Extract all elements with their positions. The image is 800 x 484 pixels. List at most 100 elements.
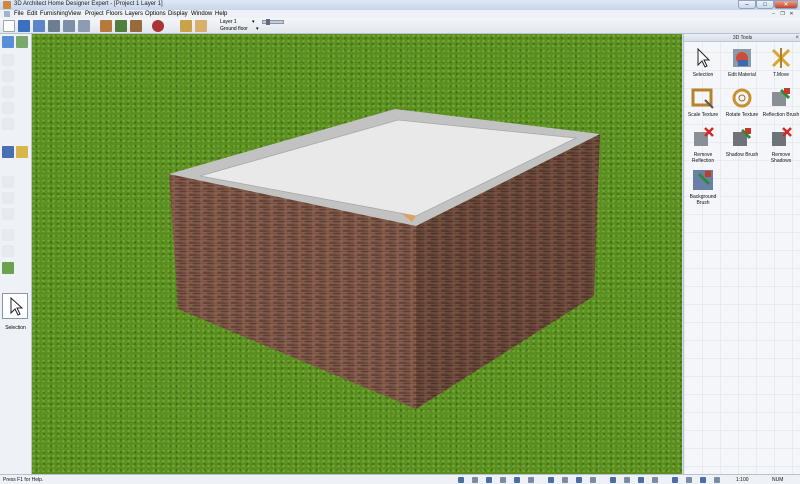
zoom-slider-handle[interactable] (266, 19, 270, 25)
pointer-tool-icon[interactable] (2, 36, 14, 48)
ortho-icon[interactable] (486, 477, 492, 483)
selection-icon (697, 47, 711, 68)
render-icon[interactable] (130, 20, 142, 32)
menu-edit[interactable]: Edit (27, 10, 37, 18)
window-title: 3D Architect Home Designer Expert - [Pro… (14, 1, 163, 7)
selection-arrow-icon (10, 296, 24, 316)
wall-tool-icon[interactable] (2, 54, 14, 66)
mdi-restore-button[interactable]: ❐ (779, 11, 786, 17)
edit-material-icon (733, 49, 751, 67)
help-text: Press F1 for Help. (3, 477, 44, 483)
building-model (169, 109, 600, 409)
3d-tools-title: 3D Tools (732, 35, 753, 41)
furniture-tool-icon[interactable] (2, 146, 14, 158)
3d-tools-panel: 3D Tools × Selection Edit Material T.Mov… (683, 34, 800, 474)
new-icon[interactable] (3, 20, 15, 32)
quality-icon[interactable] (686, 477, 692, 483)
tool-remove-shadows[interactable]: Remove Shadows (762, 126, 800, 172)
grid-icon[interactable] (472, 477, 478, 483)
main-toolbar: Layer 1 ▾ Ground floor ▾ (0, 18, 800, 34)
dimension-tool-icon[interactable] (2, 192, 14, 204)
measure-icon[interactable] (195, 20, 207, 32)
menu-window[interactable]: Window (191, 10, 212, 18)
menu-display[interactable]: Display (168, 10, 188, 18)
roof-tool-icon[interactable] (2, 118, 14, 130)
door-tool-icon[interactable] (2, 70, 14, 82)
shadow-brush-icon (733, 128, 752, 146)
menu-file[interactable]: File (14, 10, 24, 18)
floor-dropdown-icon[interactable]: ▾ (256, 26, 259, 32)
3d-viewport[interactable] (32, 34, 682, 474)
layer-selector[interactable]: Layer 1 (220, 19, 237, 25)
stairs-tool-icon[interactable] (2, 102, 14, 114)
pan-icon[interactable] (576, 477, 582, 483)
remove-reflection-icon (694, 127, 714, 146)
tool-remove-reflection[interactable]: Remove Reflection (684, 126, 722, 172)
tool-shadow-brush[interactable]: Shadow Brush (723, 126, 761, 172)
menu-floors[interactable]: Floors (106, 10, 123, 18)
mdi-minimize-button[interactable]: – (770, 11, 777, 17)
left-tool-panel: Selection (0, 34, 32, 474)
slab-tool-icon[interactable] (2, 229, 14, 241)
reflection-brush-icon (772, 88, 791, 106)
text-tool-icon[interactable] (2, 176, 14, 188)
light-icon[interactable] (610, 477, 616, 483)
landscape-tool-icon[interactable] (2, 262, 14, 274)
3d-view-icon[interactable] (100, 20, 112, 32)
menu-layers[interactable]: Layers (125, 10, 143, 18)
active-tool-label: Selection (5, 325, 26, 331)
save-icon[interactable] (18, 20, 30, 32)
terrain-tool-icon[interactable] (16, 36, 28, 48)
wireframe-icon[interactable] (514, 477, 520, 483)
material-tool-icon[interactable] (16, 146, 28, 158)
scale-readout: 1:100 (736, 477, 749, 483)
snap-icon[interactable] (458, 477, 464, 483)
elevation-icon[interactable] (63, 20, 75, 32)
panel-close-icon[interactable]: × (795, 34, 799, 42)
print-icon[interactable] (78, 20, 90, 32)
sun-icon[interactable] (638, 477, 644, 483)
title-bar: 3D Architect Home Designer Expert - [Pro… (0, 0, 800, 10)
mdi-close-button[interactable]: ✕ (788, 11, 795, 17)
window-tool-icon[interactable] (2, 86, 14, 98)
minimize-button[interactable]: – (738, 0, 756, 9)
menu-project[interactable]: Project (85, 10, 104, 18)
move-arrows-icon (771, 48, 791, 68)
close-button[interactable]: ✕ (774, 0, 798, 9)
status-bar: Press F1 for Help. 1:100 NUM (0, 474, 800, 484)
house-icon[interactable] (152, 20, 164, 32)
3d-tools-header: 3D Tools × (684, 34, 800, 42)
open-icon[interactable] (33, 20, 45, 32)
rotate-texture-icon (732, 88, 752, 108)
view-icon[interactable] (700, 477, 706, 483)
doc-icon[interactable] (4, 11, 10, 17)
layer-dropdown-icon[interactable]: ▾ (252, 19, 255, 25)
orbit-icon[interactable] (590, 477, 596, 483)
zoom-in-icon[interactable] (548, 477, 554, 483)
menu-furnishing[interactable]: Furnishing (40, 10, 68, 18)
remove-shadows-icon (772, 127, 792, 146)
tool-background-brush[interactable]: Background Brush (684, 168, 722, 214)
walkthrough-icon[interactable] (115, 20, 127, 32)
room-tool-icon[interactable] (2, 208, 14, 220)
move-icon[interactable] (180, 20, 192, 32)
settings-icon[interactable] (714, 477, 720, 483)
maximize-button[interactable]: □ (756, 0, 774, 9)
num-lock-indicator: NUM (772, 477, 784, 483)
floor-plan-icon[interactable] (48, 20, 60, 32)
sky-icon[interactable] (652, 477, 658, 483)
menu-options[interactable]: Options (145, 10, 166, 18)
menu-help[interactable]: Help (215, 10, 227, 18)
menu-view[interactable]: View (68, 10, 81, 18)
column-tool-icon[interactable] (2, 245, 14, 257)
shade-icon[interactable] (528, 477, 534, 483)
camera-icon[interactable] (624, 477, 630, 483)
menu-bar: File Edit Furnishing View Project Floors… (0, 10, 800, 18)
render-mode-icon[interactable] (672, 477, 678, 483)
floor-selector[interactable]: Ground floor (220, 26, 248, 32)
zoom-out-icon[interactable] (562, 477, 568, 483)
active-tool-preview[interactable] (2, 293, 28, 319)
layer-icon[interactable] (500, 477, 506, 483)
scale-texture-icon (691, 88, 714, 109)
app-icon (3, 1, 11, 9)
